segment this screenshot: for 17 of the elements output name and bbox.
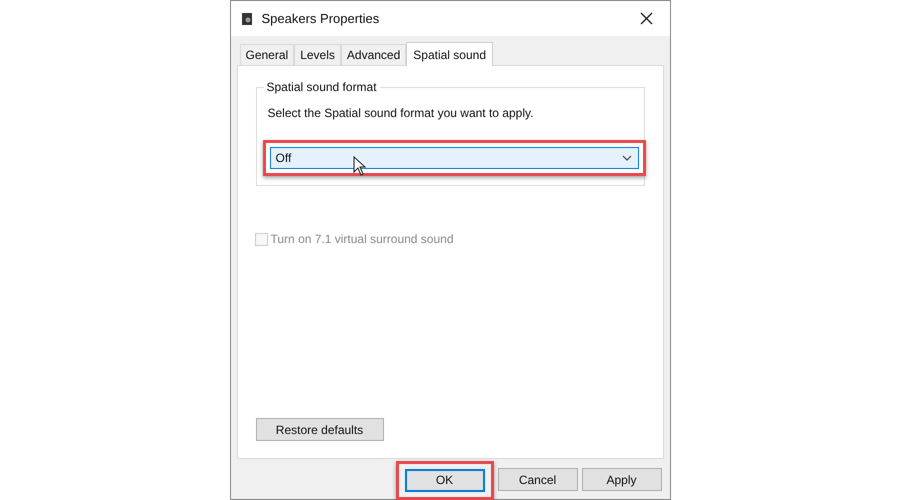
instruction-text: Select the Spatial sound format you want to apply.	[268, 105, 534, 122]
tab[interactable]: General	[240, 44, 294, 65]
mouse-cursor-icon	[352, 156, 366, 176]
tab[interactable]: Spatial sound	[406, 42, 493, 66]
dialog-button[interactable]: Apply	[582, 468, 662, 491]
speaker-icon	[240, 12, 252, 26]
window-title: Speakers Properties	[262, 10, 380, 28]
group-legend: Spatial sound format	[264, 79, 380, 95]
dropdown-value: Off	[276, 150, 292, 167]
dialog-button[interactable]: OK	[404, 468, 484, 492]
tab[interactable]: Levels	[294, 44, 341, 65]
tab[interactable]: Advanced	[340, 44, 406, 65]
close-icon	[640, 12, 653, 25]
dialog-button[interactable]: Cancel	[498, 468, 578, 491]
restore-defaults-button[interactable]: Restore defaults	[256, 418, 384, 441]
checkbox-label: Turn on 7.1 virtual surround sound	[270, 231, 454, 248]
chevron-down-icon	[622, 155, 632, 161]
